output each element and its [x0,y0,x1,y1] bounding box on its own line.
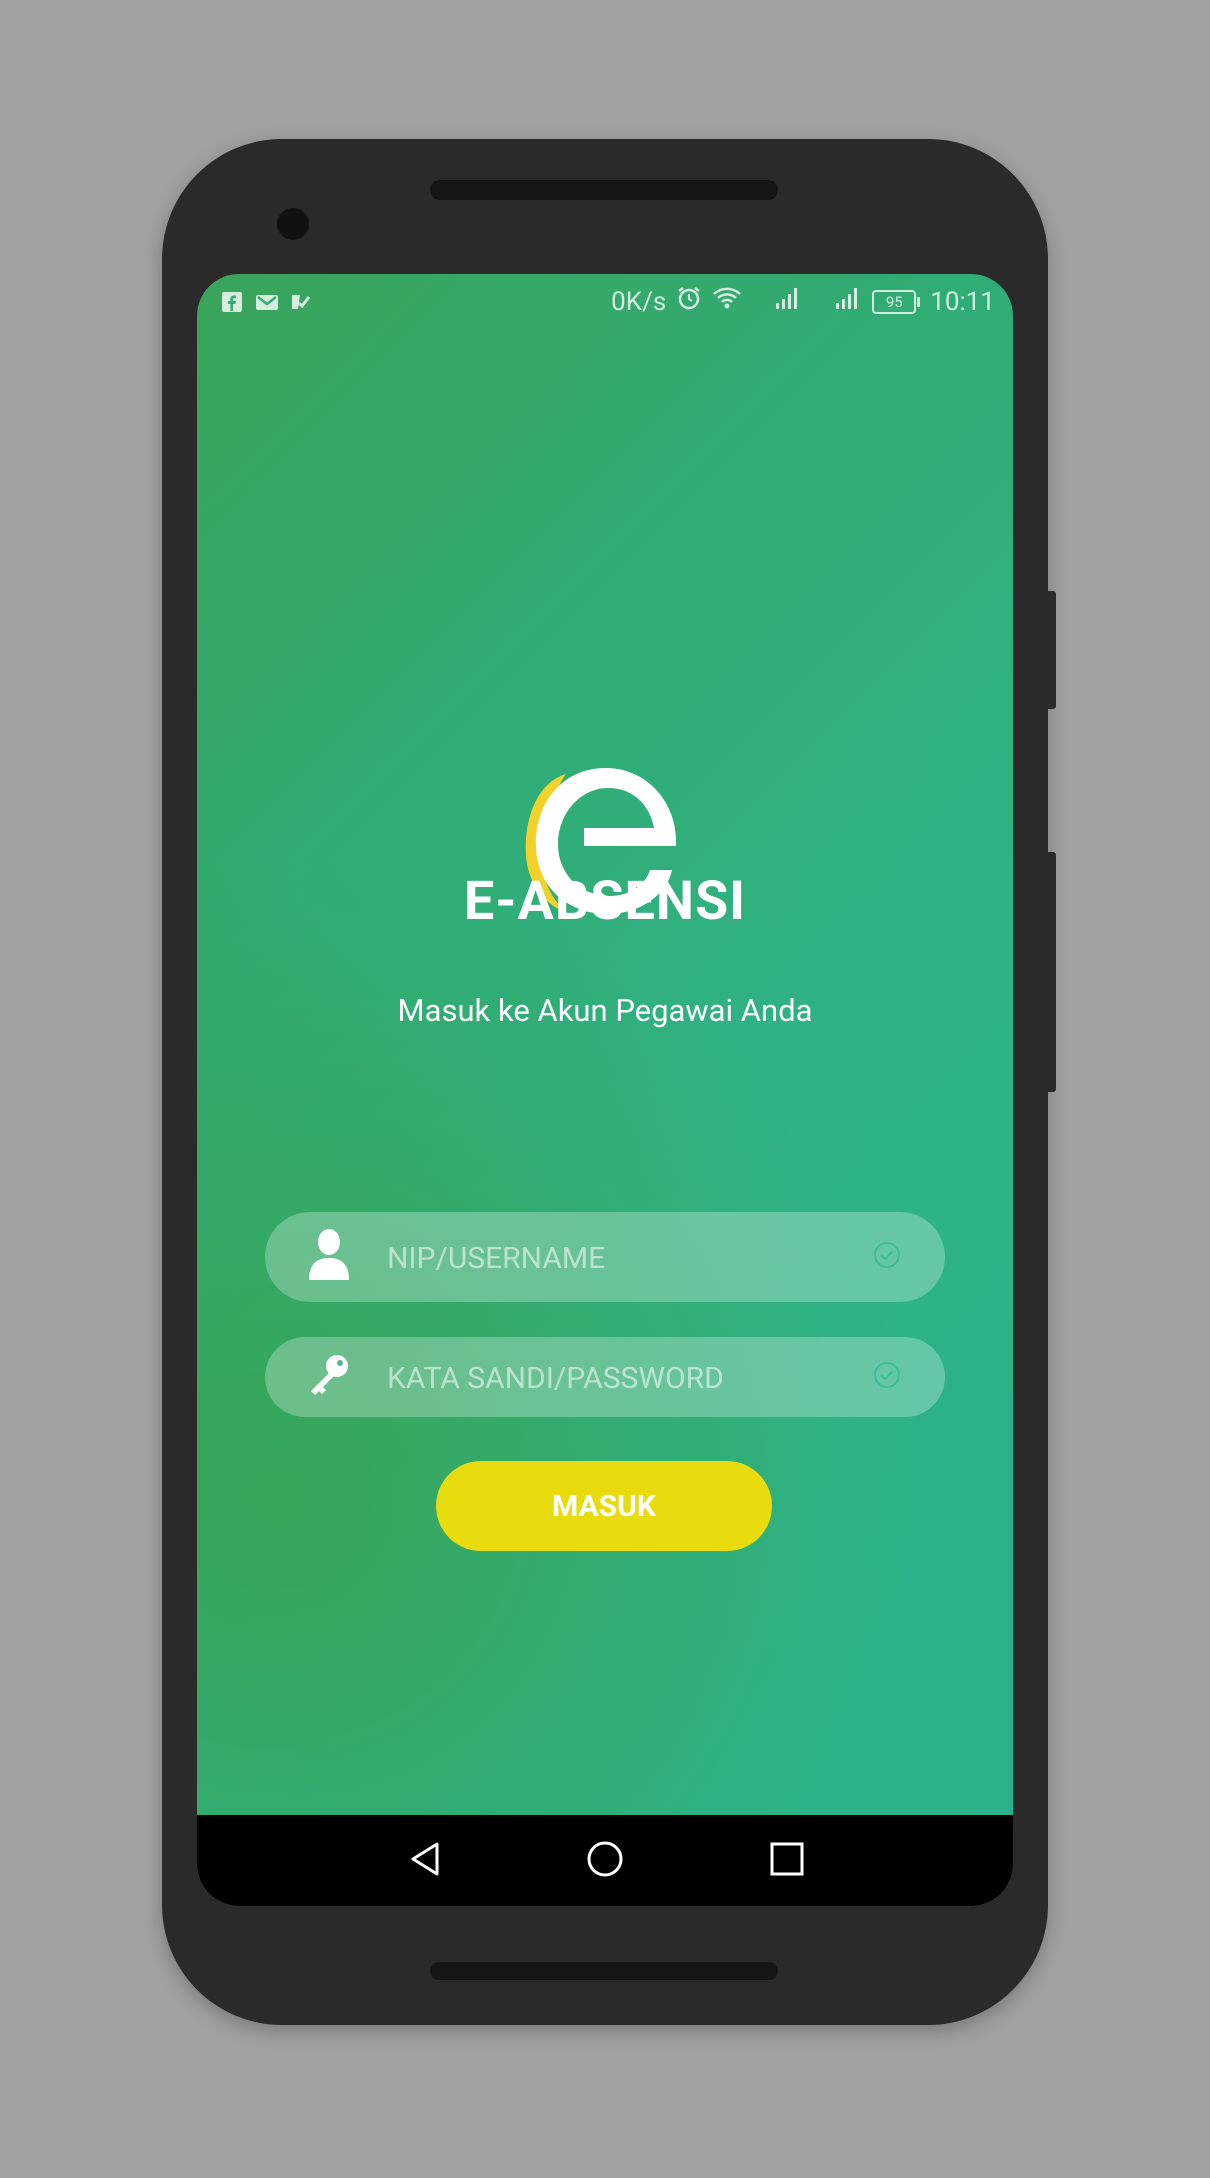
username-input[interactable] [385,1212,869,1304]
power-button [1048,591,1056,709]
password-input[interactable] [385,1337,869,1419]
check-circle-icon [873,1241,901,1273]
login-subtitle: Masuk ke Akun Pegawai Anda [397,992,813,1029]
navigation-bar [197,1815,1013,1906]
network-speed: 0K/s [611,286,667,317]
recents-icon[interactable] [767,1839,807,1879]
front-camera [277,208,309,240]
app-screen: 0K/s 95 10:11 E-ABSENSI Masuk ke Akun Pe… [197,274,1013,1906]
volume-button [1048,852,1056,1092]
login-button[interactable]: MASUK [436,1461,772,1551]
earpiece-speaker [430,180,778,200]
back-icon[interactable] [405,1839,445,1879]
password-field[interactable] [265,1337,945,1419]
facebook-icon [221,290,243,312]
clock: 10:11 [930,286,995,317]
task-icon [289,290,311,312]
signal-icon-2 [834,285,862,318]
gmail-icon [255,290,278,312]
app-title: E-ABSENSI [463,870,747,933]
battery-indicator: 95 [872,289,921,314]
user-icon [307,1228,351,1286]
home-icon[interactable] [585,1839,625,1879]
username-field[interactable] [265,1212,945,1304]
signal-icon-1 [774,285,802,318]
status-bar: 0K/s 95 10:11 [197,274,1013,330]
bottom-speaker [430,1962,778,1980]
wifi-icon [712,285,742,318]
check-circle-icon [873,1361,901,1393]
phone-frame: 0K/s 95 10:11 E-ABSENSI Masuk ke Akun Pe… [162,139,1056,2025]
alarm-icon [676,285,702,318]
key-icon [307,1353,351,1401]
